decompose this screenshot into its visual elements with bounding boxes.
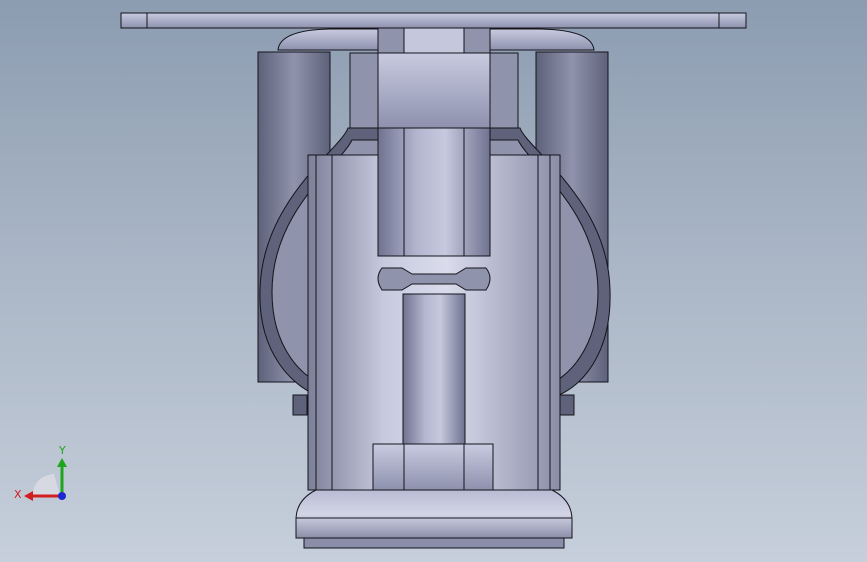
z-axis-dot xyxy=(58,492,66,500)
stem xyxy=(377,127,491,257)
top-plate xyxy=(120,12,747,29)
base-pad xyxy=(295,489,573,539)
axle xyxy=(402,293,466,445)
bottom-nut xyxy=(372,443,494,491)
x-axis-label: X xyxy=(14,488,22,501)
y-axis-label: Y xyxy=(58,444,66,457)
graphics-viewport[interactable]: Y X xyxy=(0,0,867,562)
caster-model[interactable] xyxy=(0,0,867,562)
kingpin-housing xyxy=(377,52,491,129)
orientation-triad: Y X xyxy=(14,444,67,501)
